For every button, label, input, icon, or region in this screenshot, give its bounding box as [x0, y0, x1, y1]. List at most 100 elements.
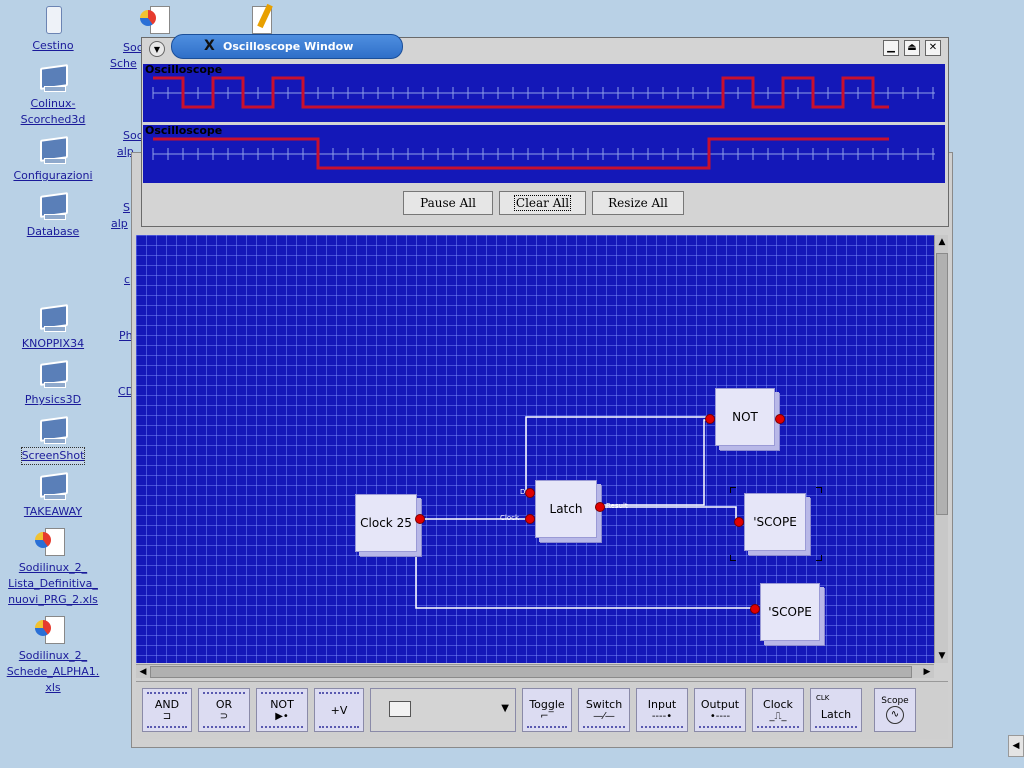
- palette-not-label: NOT: [270, 698, 294, 711]
- pin-strip: [527, 726, 567, 728]
- not-input-pin[interactable]: [705, 414, 715, 424]
- desktop-icon-database[interactable]: Database: [3, 190, 103, 240]
- latch-clock-pin[interactable]: [525, 514, 535, 524]
- desktop-icon-partial-2[interactable]: [210, 4, 310, 38]
- pause-all-button[interactable]: Pause All: [403, 191, 493, 215]
- desktop-icon-knoppix[interactable]: KNOPPIX34: [3, 302, 103, 352]
- palette-toggle-label: Toggle: [529, 698, 565, 711]
- close-icon[interactable]: ✕: [925, 40, 941, 56]
- scope2-input-pin[interactable]: [750, 604, 760, 614]
- desktop-icon-label-partial: S: [123, 201, 130, 214]
- oscilloscope-icon: ∿: [886, 706, 904, 724]
- scroll-left-icon[interactable]: ◀: [136, 665, 150, 679]
- maximize-icon[interactable]: ⏏: [904, 40, 920, 56]
- palette-not-button[interactable]: NOT ▶•: [256, 688, 308, 732]
- vertical-scrollbar[interactable]: ▲ ▼: [934, 235, 948, 663]
- trace-waveform: [152, 137, 935, 170]
- latch-d-pin[interactable]: [525, 488, 535, 498]
- scroll-right-icon[interactable]: ▶: [920, 665, 934, 679]
- clear-all-button[interactable]: Clear All: [499, 191, 586, 215]
- panel-expand-icon[interactable]: ◀: [1008, 735, 1024, 757]
- desktop-icon-configurazioni[interactable]: Configurazioni: [3, 134, 103, 184]
- selection-handle: [730, 555, 736, 561]
- clock-gate-label: Clock 25: [360, 516, 412, 530]
- scrollbar-thumb[interactable]: [936, 253, 948, 515]
- desktop-icon-takeaway[interactable]: TAKEAWAY: [3, 470, 103, 520]
- desktop-icon-label-partial: Sche: [110, 57, 137, 70]
- latch-gate[interactable]: Latch: [535, 480, 597, 538]
- scrollbar-thumb[interactable]: [150, 666, 912, 678]
- oscilloscope-title-bar[interactable]: X Oscilloscope Window: [171, 34, 403, 59]
- palette-output-button[interactable]: Output •----: [694, 688, 746, 732]
- clock-gate[interactable]: Clock 25: [355, 494, 417, 552]
- palette-toggle-button[interactable]: Toggle ⌐‾: [522, 688, 572, 732]
- palette-vplus-button[interactable]: +V: [314, 688, 364, 732]
- not-gate[interactable]: NOT: [715, 388, 775, 446]
- toggle-icon: ⌐‾: [540, 711, 554, 722]
- palette-input-button[interactable]: Input ----•: [636, 688, 688, 732]
- desktop-icon-label: Sodilinux_2_ Schede_ALPHA1. xls: [6, 649, 100, 694]
- desktop-icon-physics3d[interactable]: Physics3D: [3, 358, 103, 408]
- palette-output-label: Output: [700, 698, 740, 711]
- desktop-icon-label: Physics3D: [24, 393, 82, 406]
- clock-wave-icon: _⎍_: [769, 711, 787, 722]
- selection-handle: [730, 487, 736, 493]
- not-output-pin[interactable]: [775, 414, 785, 424]
- desktop-icon-label: TAKEAWAY: [23, 505, 83, 518]
- resize-all-label: Resize All: [608, 196, 668, 210]
- computer-icon: [35, 302, 71, 334]
- palette-and-label: AND: [154, 698, 180, 711]
- pin-strip: [203, 726, 245, 728]
- pin-label-result: Result: [606, 502, 628, 510]
- scope-gate-2[interactable]: 'SCOPE: [760, 583, 820, 641]
- scope-gate-1[interactable]: 'SCOPE: [744, 493, 806, 551]
- clock-output-pin[interactable]: [415, 514, 425, 524]
- desktop-icon-label: Colinux-Scorched3d: [20, 97, 86, 126]
- window-menu-icon[interactable]: ▼: [149, 41, 165, 57]
- or-gate-icon: ⊃: [219, 711, 229, 722]
- folder-icon: [389, 701, 411, 717]
- desktop-icon-sodilinux-lista[interactable]: Sodilinux_2_ Lista_Definitiva_ nuovi_PRG…: [3, 526, 103, 608]
- circuit-canvas[interactable]: Clock 25 Latch NOT 'SCOPE 'SCOPE D Clock…: [136, 235, 934, 663]
- resize-all-button[interactable]: Resize All: [592, 191, 684, 215]
- desktop-icon-screenshot[interactable]: ScreenShot: [3, 414, 103, 465]
- desktop-icon-cestino[interactable]: Cestino: [3, 4, 103, 54]
- x-logo-icon: X: [204, 38, 215, 54]
- switch-icon: —⁄—: [593, 711, 615, 722]
- not-gate-icon: ▶•: [275, 711, 289, 722]
- palette-latch-label: Latch: [820, 707, 852, 721]
- text-editor-icon: [242, 4, 278, 36]
- scope1-input-pin[interactable]: [734, 517, 744, 527]
- pin-strip: [757, 726, 799, 728]
- pin-strip: [203, 692, 245, 694]
- palette-clock-button[interactable]: Clock _⎍_: [752, 688, 804, 732]
- computer-icon: [35, 134, 71, 166]
- desktop-icon-sodilinux-schede[interactable]: Sodilinux_2_ Schede_ALPHA1. xls: [3, 614, 103, 696]
- palette-switch-button[interactable]: Switch —⁄—: [578, 688, 630, 732]
- oscilloscope-trace-2: Oscilloscope: [143, 124, 945, 183]
- scroll-down-icon[interactable]: ▼: [935, 649, 949, 663]
- minimize-icon[interactable]: ▁: [883, 40, 899, 56]
- pin-strip: [261, 692, 303, 694]
- latch-gate-label: Latch: [549, 502, 583, 516]
- palette-and-button[interactable]: AND ⊐: [142, 688, 192, 732]
- palette-latch-button[interactable]: CLK Latch: [810, 688, 862, 732]
- not-gate-label: NOT: [732, 410, 758, 424]
- horizontal-scrollbar[interactable]: ◀ ▶: [136, 664, 934, 678]
- palette-scope-button[interactable]: Scope ∿: [874, 688, 916, 732]
- palette-or-button[interactable]: OR ⊃: [198, 688, 250, 732]
- palette-dropdown[interactable]: ▼: [370, 688, 516, 732]
- trace-waveform: [152, 76, 935, 109]
- pin-strip: [815, 726, 857, 728]
- desktop-icon-label-partial: alp: [111, 217, 128, 230]
- scroll-up-icon[interactable]: ▲: [935, 235, 949, 249]
- desktop-icon-label-partial: c: [124, 273, 131, 286]
- computer-icon: [35, 414, 71, 446]
- spreadsheet-file-icon: [140, 4, 176, 36]
- scope-gate-label: 'SCOPE: [753, 515, 797, 529]
- spreadsheet-file-icon: [35, 614, 71, 646]
- latch-result-pin[interactable]: [595, 502, 605, 512]
- desktop-icon-partial-1[interactable]: [108, 4, 208, 38]
- desktop-icon-colinux[interactable]: Colinux-Scorched3d: [3, 62, 103, 128]
- pin-strip: [583, 726, 625, 728]
